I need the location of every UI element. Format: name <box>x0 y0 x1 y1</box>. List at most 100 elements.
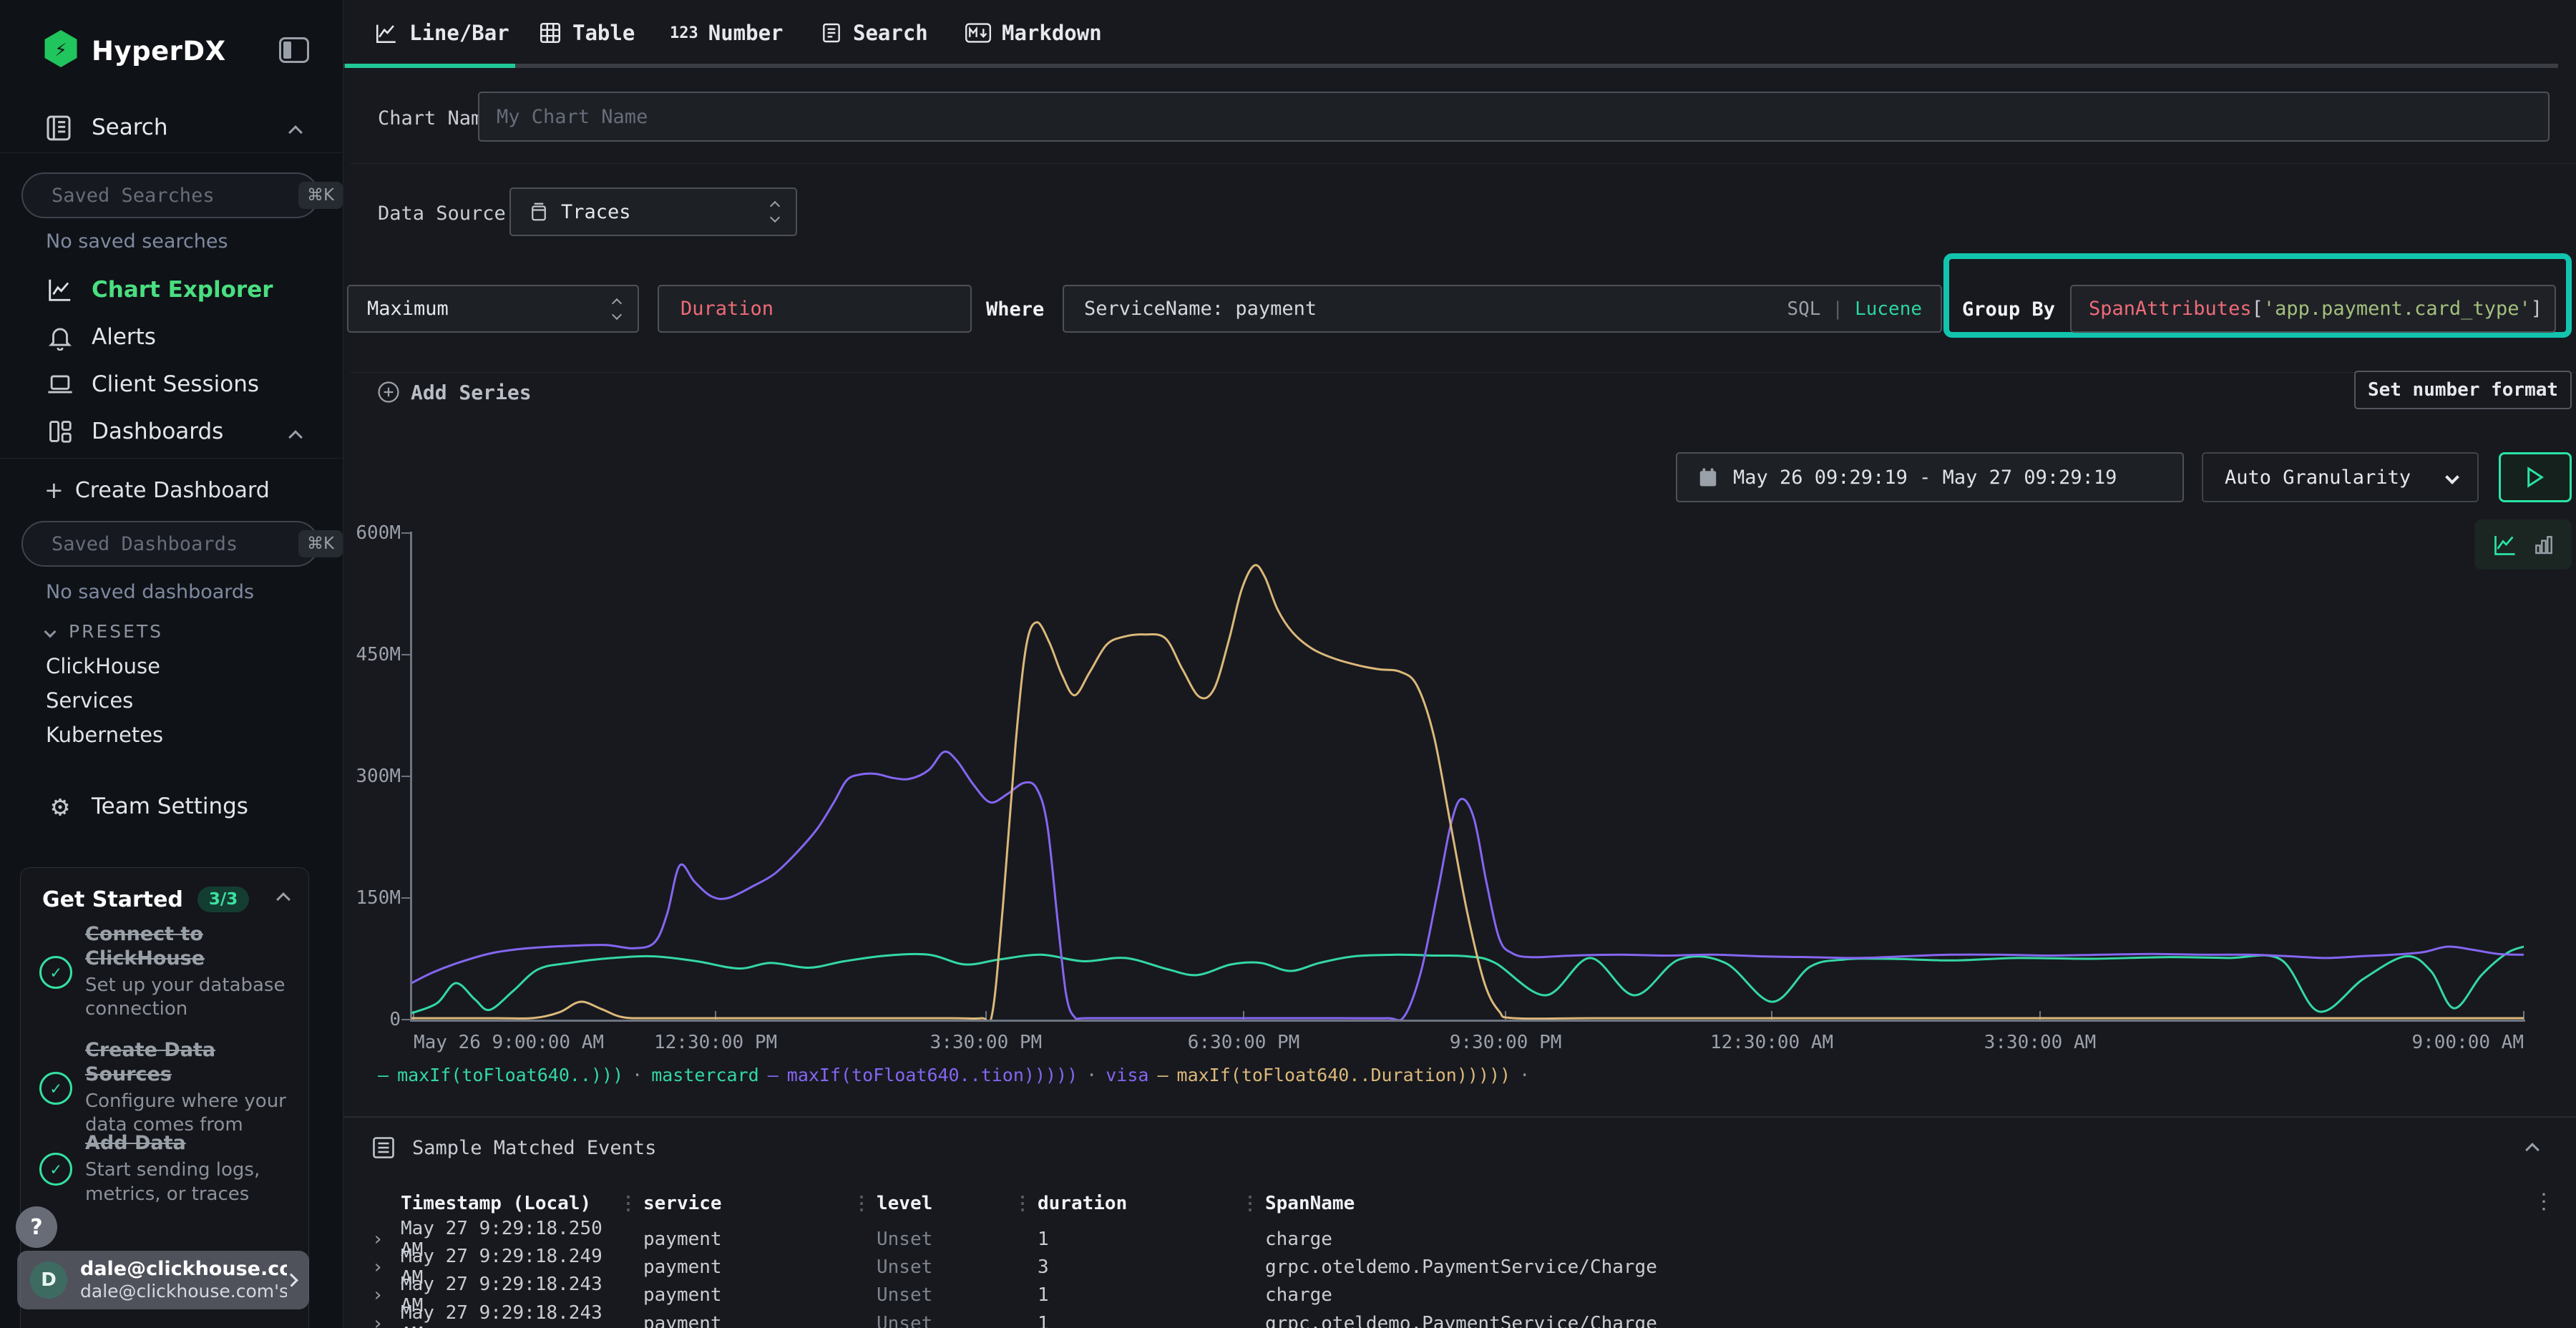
set-number-format-button[interactable]: Set number format <box>2354 371 2572 409</box>
get-started-chevron-up-icon[interactable] <box>276 892 291 907</box>
legend-label[interactable]: maxIf(toFloat640..))) <box>397 1065 623 1085</box>
group-by-input[interactable]: SpanAttributes['app.payment.card_type'] <box>2070 285 2556 333</box>
x-tick-label: 3:30:00 PM <box>930 1032 1043 1053</box>
x-tick-label: 3:30:00 AM <box>1984 1032 2097 1053</box>
timeseries-chart[interactable] <box>411 533 2524 1020</box>
events-table-header: Timestamp (Local) ⋮service ⋮level ⋮durat… <box>372 1189 2547 1218</box>
bell-icon <box>44 323 76 351</box>
sidebar-divider <box>0 458 343 459</box>
table-row[interactable]: › May 27 9:29:18.249 AM payment Unset 3 … <box>372 1246 2547 1274</box>
col-span-name[interactable]: ⋮SpanName <box>1246 1193 2547 1214</box>
where-input[interactable]: ServiceName: payment SQL | Lucene <box>1063 285 1942 333</box>
chart-explorer-icon <box>44 276 76 303</box>
sidebar-item-team-settings[interactable]: ⚙ Team Settings <box>0 783 343 830</box>
help-button[interactable]: ? <box>16 1206 57 1248</box>
tab-table[interactable]: Table <box>538 0 635 66</box>
get-started-title: Get Started <box>42 887 183 912</box>
sidebar-item-alerts[interactable]: Alerts <box>0 313 343 361</box>
app-title: HyperDX <box>92 36 226 67</box>
saved-searches-input[interactable]: ⌘K <box>21 172 319 218</box>
data-source-value: Traces <box>561 201 631 223</box>
sidebar-collapse-icon[interactable] <box>279 37 309 63</box>
chart-name-input[interactable] <box>478 92 2550 142</box>
tab-search[interactable]: Search <box>820 0 928 66</box>
legend-swatch-mastercard: — <box>378 1065 389 1085</box>
group-by-label: Group By <box>1962 298 2055 321</box>
column-resize-icon[interactable]: ⋮ <box>1013 1193 1032 1214</box>
sidebar-divider <box>0 152 343 153</box>
sidebar-item-client-sessions[interactable]: Client Sessions <box>0 361 343 408</box>
user-menu[interactable]: D dale@clickhouse.com dale@clickhouse.co… <box>17 1251 309 1309</box>
cell-span-name: grpc.oteldemo.PaymentService/Charge <box>1246 1313 2547 1328</box>
play-icon <box>2526 467 2545 488</box>
tab-markdown[interactable]: Markdown <box>965 0 1102 66</box>
y-tick-label: 300M <box>356 766 401 787</box>
get-started-item[interactable]: ✓ Connect to ClickHouse Set up your data… <box>39 922 290 1022</box>
hyperdx-app: ⚡ HyperDX Search ⌘K No saved searches <box>0 0 2576 1328</box>
laptop-icon <box>44 371 76 398</box>
sidebar-item-dashboards[interactable]: Dashboards <box>0 408 343 455</box>
cell-timestamp: May 27 9:29:18.243 AM <box>401 1302 625 1328</box>
create-dashboard-button[interactable]: + Create Dashboard <box>44 477 270 504</box>
x-tick-label: 9:00:00 AM <box>2411 1032 2524 1053</box>
legend-group-visa[interactable]: visa <box>1106 1065 1148 1085</box>
divider <box>351 372 2576 373</box>
table-row[interactable]: › May 27 9:29:18.243 AM payment Unset 1 … <box>372 1302 2547 1328</box>
calendar-icon <box>1697 466 1719 489</box>
expand-row-chevron-icon[interactable]: › <box>372 1313 401 1328</box>
document-lines-icon <box>820 21 843 45</box>
add-series-button[interactable]: Add Series <box>376 378 532 406</box>
chart-name-label: Chart Name <box>378 107 494 130</box>
sidebar-item-preset-clickhouse[interactable]: ClickHouse <box>46 654 160 678</box>
saved-dashboards-field[interactable] <box>50 532 298 556</box>
bracket-open: [ <box>2252 298 2263 320</box>
sidebar-item-chart-explorer[interactable]: Chart Explorer <box>0 266 343 313</box>
lucene-mode-toggle[interactable]: Lucene <box>1855 298 1922 320</box>
tab-number[interactable]: 123 Number <box>670 0 784 66</box>
col-duration[interactable]: ⋮duration <box>1019 1193 1246 1214</box>
y-tick-label: 450M <box>356 644 401 665</box>
run-query-button[interactable] <box>2499 452 2572 502</box>
x-axis-labels: May 26 9:00:00 AM12:30:00 PM3:30:00 PM6:… <box>411 1022 2524 1058</box>
table-row[interactable]: › May 27 9:29:18.243 AM payment Unset 1 … <box>372 1274 2547 1302</box>
sidebar-item-preset-services[interactable]: Services <box>46 688 133 713</box>
column-resize-icon[interactable]: ⋮ <box>619 1193 638 1214</box>
no-saved-dashboards-text: No saved dashboards <box>46 581 254 603</box>
granularity-select[interactable]: Auto Granularity <box>2202 452 2479 502</box>
column-resize-icon[interactable]: ⋮ <box>852 1193 871 1214</box>
legend-group-mastercard[interactable]: mastercard <box>651 1065 759 1085</box>
col-service[interactable]: ⋮service <box>625 1193 858 1214</box>
saved-dashboards-input[interactable]: ⌘K <box>21 521 319 567</box>
date-range-input[interactable]: May 26 09:29:19 - May 27 09:29:19 <box>1676 452 2184 502</box>
field-value: Duration <box>680 298 774 320</box>
table-icon <box>538 21 562 45</box>
column-resize-icon[interactable]: ⋮ <box>1241 1193 1259 1214</box>
sidebar-section-search[interactable]: Search <box>92 114 168 140</box>
col-level[interactable]: ⋮level <box>858 1193 1019 1214</box>
tab-line-bar[interactable]: Line/Bar <box>374 0 509 66</box>
sidebar-item-preset-kubernetes[interactable]: Kubernetes <box>46 723 163 747</box>
legend-label[interactable]: maxIf(toFloat640..Duration))))) <box>1177 1065 1511 1085</box>
chart-name-field[interactable] <box>479 106 2548 128</box>
get-started-item[interactable]: ✓ Create Data Sources Configure where yo… <box>39 1038 290 1138</box>
field-input[interactable]: Duration <box>658 285 972 333</box>
legend-label[interactable]: maxIf(toFloat640..tion))))) <box>787 1065 1078 1085</box>
saved-searches-shortcut: ⌘K <box>298 182 343 209</box>
legend-swatch-visa: — <box>768 1065 779 1085</box>
presets-toggle[interactable]: PRESETS <box>46 621 163 642</box>
data-source-select[interactable]: Traces <box>509 187 797 236</box>
search-section-chevron-up-icon[interactable] <box>288 125 303 140</box>
sql-mode-toggle[interactable]: SQL <box>1787 298 1820 320</box>
aggregation-select[interactable]: Maximum <box>347 285 639 333</box>
col-timestamp[interactable]: Timestamp (Local) <box>401 1193 625 1214</box>
bracket-close: ] <box>2531 298 2542 320</box>
get-started-item[interactable]: ✓ Add Data Start sending logs, metrics, … <box>39 1131 290 1206</box>
table-row[interactable]: › May 27 9:29:18.250 AM payment Unset 1 … <box>372 1218 2547 1246</box>
saved-searches-field[interactable] <box>50 184 298 208</box>
legend-swatch-blank: — <box>1157 1065 1168 1085</box>
sample-events-header: Sample Matched Events <box>371 1135 656 1161</box>
collapse-events-chevron-up-icon[interactable] <box>2525 1143 2540 1157</box>
panel-divider <box>343 1116 2576 1118</box>
sidebar: ⚡ HyperDX Search ⌘K No saved searches <box>0 0 343 1328</box>
bar-chart-toggle-icon[interactable] <box>2532 532 2555 557</box>
